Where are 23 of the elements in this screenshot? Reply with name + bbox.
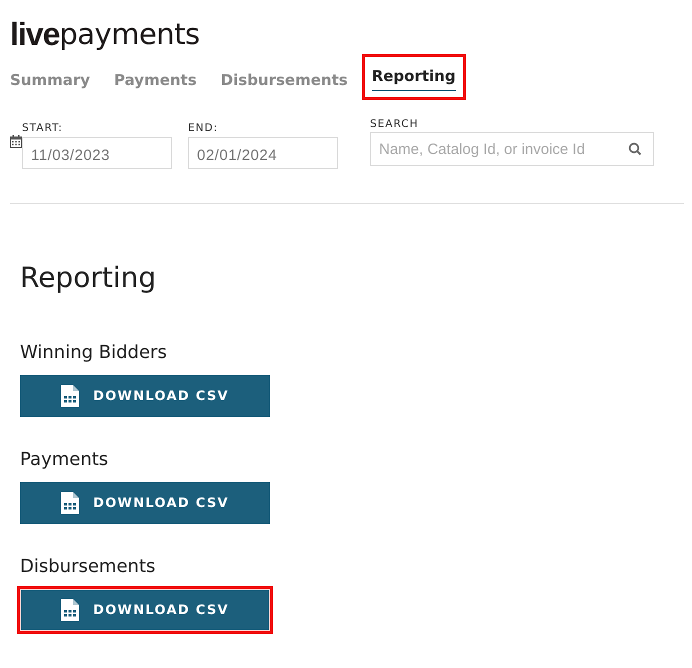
field-label: START: bbox=[22, 121, 64, 135]
download-csv-button[interactable]: DOWNLOAD CSV bbox=[20, 375, 270, 417]
report-title: Disbursements bbox=[20, 555, 156, 579]
end-date-field[interactable]: 02/01/2024 bbox=[188, 137, 338, 169]
field-label: END: bbox=[188, 121, 220, 135]
search-icon[interactable] bbox=[628, 142, 642, 156]
field-label: SEARCH bbox=[370, 117, 420, 131]
nav-tab[interactable]: Reporting bbox=[362, 54, 466, 100]
search-field[interactable]: Name, Catalog Id, or invoice Id bbox=[370, 132, 654, 166]
report-title: Payments bbox=[20, 448, 108, 472]
page-heading: Reporting bbox=[20, 260, 156, 296]
nav-tab[interactable]: Disbursements bbox=[220, 67, 348, 95]
spreadsheet-file-icon bbox=[61, 599, 80, 621]
report-title: Winning Bidders bbox=[20, 341, 167, 365]
nav-tab[interactable]: Summary bbox=[10, 67, 90, 95]
download-csv-button[interactable]: DOWNLOAD CSV bbox=[20, 482, 270, 524]
logo: livepayments bbox=[10, 15, 200, 54]
spreadsheet-file-icon bbox=[61, 385, 80, 407]
calendar-icon[interactable] bbox=[10, 135, 22, 148]
nav-tab[interactable]: Payments bbox=[114, 67, 197, 95]
download-csv-button[interactable]: DOWNLOAD CSV bbox=[17, 586, 273, 634]
spreadsheet-file-icon bbox=[61, 492, 80, 514]
start-date-field[interactable]: 11/03/2023 bbox=[22, 137, 172, 169]
